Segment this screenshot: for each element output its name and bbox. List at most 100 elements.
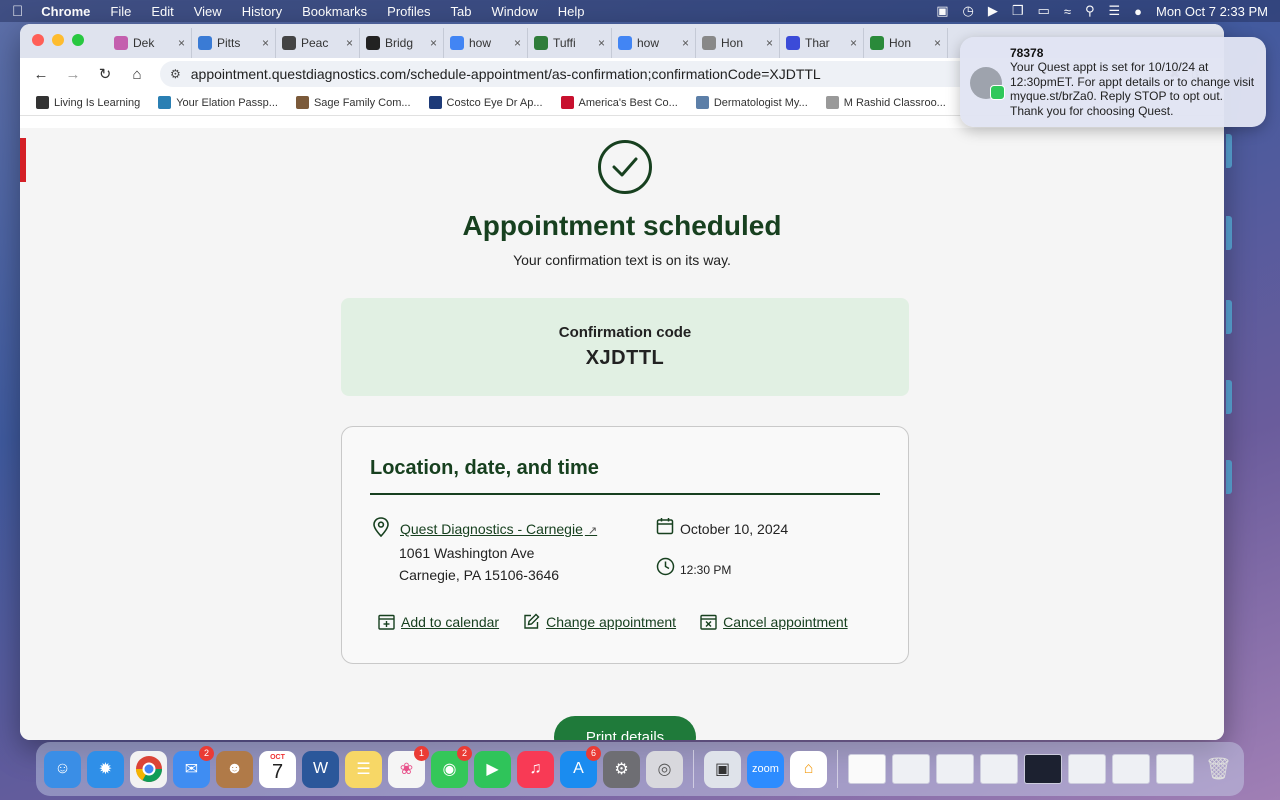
minimized-window-thumbnail[interactable] [892,754,930,784]
add-to-calendar-label[interactable]: Add to calendar [401,614,499,630]
photos-icon[interactable]: ❀ 1 [388,745,429,788]
finder-icon[interactable]: ☺ [44,750,81,788]
facetime-icon[interactable]: ▶ [474,750,511,788]
menu-tab[interactable]: Tab [451,4,472,19]
minimized-window-thumbnail[interactable] [1112,754,1150,784]
change-appointment-link[interactable]: Change appointment [523,613,676,630]
app-store-icon[interactable]: A6 [560,745,601,788]
music-icon[interactable]: ♫ [517,750,554,788]
browser-tab[interactable]: Thar × [780,28,864,58]
menu-file[interactable]: File [110,4,131,19]
browser-tab[interactable]: Pitts × [192,28,276,58]
menu-window[interactable]: Window [492,4,538,19]
url-text[interactable]: appointment.questdiagnostics.com/schedul… [191,66,821,82]
tab-close-icon[interactable]: × [262,36,269,50]
bookmark-label[interactable]: M Rashid Classroo... [844,97,946,109]
tab-close-icon[interactable]: × [178,36,185,50]
scrivener-icon[interactable]: ▣ [936,3,948,19]
system-settings-icon[interactable]: ⚙ [603,750,640,788]
wifi-icon[interactable]: ≈ [1064,4,1071,19]
cancel-appointment-link[interactable]: Cancel appointment [700,613,848,630]
bookmark-label[interactable]: Sage Family Com... [314,97,411,109]
minimized-window-thumbnail[interactable] [936,754,974,784]
tab-title[interactable]: Thar [805,36,845,50]
tab-title[interactable]: how [637,36,677,50]
home-icon[interactable]: ⌂ [128,66,146,83]
bookmark-item[interactable]: Dermatologist My... [695,96,808,109]
control-center-icon[interactable]: ☰ [1108,3,1120,19]
search-icon[interactable]: ⚲ [1085,3,1095,19]
menu-view[interactable]: View [194,4,222,19]
forward-arrow-icon[interactable]: → [64,66,82,83]
browser-tab[interactable]: Dek × [108,28,192,58]
browser-tab[interactable]: how × [612,28,696,58]
browser-tab[interactable]: Peac × [276,28,360,58]
bookmark-item[interactable]: Costco Eye Dr Ap... [428,96,543,109]
menu-bookmarks[interactable]: Bookmarks [302,4,367,19]
battery-icon[interactable]: ▭ [1038,3,1050,19]
tab-title[interactable]: Dek [133,36,173,50]
location-link[interactable]: Quest Diagnostics - Carnegie ↗ [400,521,597,537]
bookmark-item[interactable]: America's Best Co... [560,96,678,109]
back-arrow-icon[interactable]: ← [32,66,50,83]
tab-title[interactable]: Hon [721,36,761,50]
time-machine-icon[interactable]: ◷ [963,3,974,19]
menu-app-name[interactable]: Chrome [41,4,90,19]
tab-title[interactable]: Bridg [385,36,425,50]
browser-tab[interactable]: how × [444,28,528,58]
reload-icon[interactable]: ↻ [96,65,114,83]
document-thumbnail[interactable] [848,754,886,784]
mail-icon[interactable]: ✉ 2 [173,745,214,788]
siri-icon[interactable]: ● [1134,4,1142,19]
zoom-icon[interactable]: zoom [747,750,784,788]
chrome-icon[interactable] [130,750,167,788]
zoom-window-button[interactable] [72,34,84,46]
tab-close-icon[interactable]: × [430,36,437,50]
menu-history[interactable]: History [242,4,282,19]
tab-title[interactable]: Hon [889,36,929,50]
minimized-window-thumbnail[interactable] [1024,754,1062,784]
home-app-icon[interactable]: ⌂ [790,750,827,788]
location-name[interactable]: Quest Diagnostics - Carnegie [400,521,583,537]
calendar-app-icon[interactable]: OCT 7 [259,750,296,788]
browser-tab[interactable]: Hon × [864,28,948,58]
site-info-icon[interactable]: ⚙ [170,67,181,81]
message-notification[interactable]: 78378 Your Quest appt is set for 10/10/2… [960,37,1266,127]
bookmark-label[interactable]: Costco Eye Dr Ap... [447,97,543,109]
preview-icon[interactable]: ▣ [704,750,741,788]
minimize-window-button[interactable] [52,34,64,46]
tab-close-icon[interactable]: × [850,36,857,50]
word-icon[interactable]: W [302,750,339,788]
bookmark-label[interactable]: Dermatologist My... [714,97,808,109]
minimized-window-thumbnail[interactable] [1068,754,1106,784]
add-to-calendar-link[interactable]: Add to calendar [378,613,499,630]
minimized-window-thumbnail[interactable] [980,754,1018,784]
safari-icon[interactable]: ✹ [87,750,124,788]
tab-title[interactable]: how [469,36,509,50]
change-appointment-label[interactable]: Change appointment [546,614,676,630]
bookmark-item[interactable]: Your Elation Passp... [158,96,278,109]
bookmark-item[interactable]: M Rashid Classroo... [825,96,946,109]
play-icon[interactable]: ▶ [988,3,998,19]
tab-close-icon[interactable]: × [766,36,773,50]
browser-tab[interactable]: Bridg × [360,28,444,58]
browser-tab[interactable]: Tuffi × [528,28,612,58]
tab-close-icon[interactable]: × [514,36,521,50]
tab-title[interactable]: Tuffi [553,36,593,50]
tab-close-icon[interactable]: × [682,36,689,50]
bookmark-item[interactable]: Living Is Learning [36,96,140,109]
bookmark-label[interactable]: Living Is Learning [54,97,140,109]
dvd-player-icon[interactable]: ◎ [646,750,683,788]
cancel-appointment-label[interactable]: Cancel appointment [723,614,848,630]
contacts-icon[interactable]: ☻ [216,750,253,788]
apple-icon[interactable]:  [12,3,23,20]
close-window-button[interactable] [32,34,44,46]
menu-edit[interactable]: Edit [151,4,173,19]
tab-title[interactable]: Peac [301,36,341,50]
tab-title[interactable]: Pitts [217,36,257,50]
messages-icon[interactable]: ◉ 2 [431,745,472,788]
tab-close-icon[interactable]: × [346,36,353,50]
minimized-window-thumbnail[interactable] [1156,754,1194,784]
tab-close-icon[interactable]: × [934,36,941,50]
menu-profiles[interactable]: Profiles [387,4,430,19]
